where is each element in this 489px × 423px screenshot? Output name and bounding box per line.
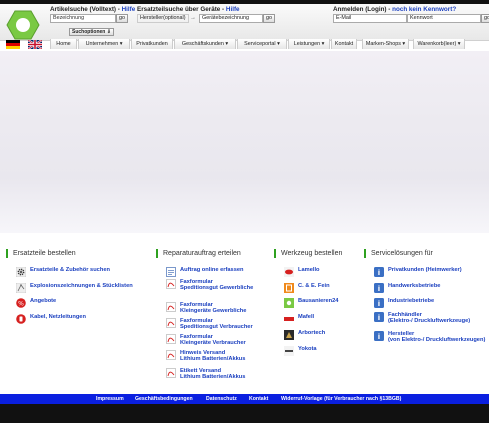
svg-text:%: %: [18, 300, 24, 307]
werkzeug-heading: Werkzeug bestellen: [274, 249, 342, 258]
yokota-logo-icon: [284, 346, 294, 356]
ersatzteilsuche-go-button[interactable]: go: [263, 14, 275, 23]
suchoptionen-button[interactable]: Suchoptionen ⇓: [69, 28, 114, 36]
reparatur-heading: Reparaturauftrag erteilen: [156, 249, 241, 258]
tab-geschaeftskunden[interactable]: Geschäftskunden ▾: [174, 39, 236, 49]
lamello-logo-icon: [284, 267, 294, 277]
info-icon: i: [374, 298, 384, 308]
service-column: Servicelösungen für: [364, 249, 433, 258]
info-icon: i: [374, 267, 384, 277]
svg-text:i: i: [378, 333, 380, 341]
login-section: Anmelden (Login) - noch kein Kennwort? E…: [333, 6, 489, 25]
pdf-icon: [166, 279, 176, 289]
hero-banner: [0, 51, 489, 233]
artikelsuche-section: Artikelsuche (Volltext) - Hilfe Bezeichn…: [50, 6, 136, 36]
ersatzteilsuche-section: Ersatzteilsuche über Geräte - Hilfe Hers…: [137, 6, 275, 25]
tab-serviceportal[interactable]: Serviceportal ▾: [237, 39, 287, 49]
ersatzteilsuche-help-link[interactable]: Hilfe: [226, 6, 240, 13]
artikelsuche-title: Artikelsuche (Volltext) - Hilfe: [50, 6, 136, 13]
form-icon: [166, 267, 176, 277]
diagram-icon: [16, 283, 26, 293]
tab-marken-shops[interactable]: Marken-Shops ▾: [362, 39, 409, 49]
gear-icon: [16, 267, 26, 277]
pdf-icon: [166, 350, 176, 360]
cable-icon: [16, 314, 26, 324]
tab-home[interactable]: Home: [50, 39, 77, 49]
footer-agb-link[interactable]: Geschäftsbedingungen: [135, 394, 193, 404]
login-go-button[interactable]: go: [481, 14, 489, 23]
german-flag-icon[interactable]: [6, 40, 20, 49]
forgot-password-link[interactable]: noch kein Kennwort?: [392, 6, 456, 13]
arbortech-logo-icon: [284, 330, 294, 340]
pdf-icon: [166, 302, 176, 312]
pdf-icon: [166, 368, 176, 378]
svg-text:i: i: [378, 285, 380, 293]
fein-logo-icon: [284, 283, 294, 293]
info-icon: i: [374, 283, 384, 293]
offer-icon: %: [16, 298, 26, 308]
bausanieren-logo-icon: [284, 298, 294, 308]
info-icon: i: [374, 312, 384, 322]
bottom-bar: [0, 404, 489, 423]
mafell-logo-icon: [284, 314, 294, 324]
tab-warenkorb[interactable]: Warenkorb(leer) ▾: [413, 39, 465, 49]
footer-widerruf-link[interactable]: Widerruf-Vorlage (für Verbraucher nach §…: [281, 394, 401, 404]
svg-text:i: i: [378, 314, 380, 322]
ersatzteile-column: Ersatzteile bestellen: [6, 249, 76, 258]
svg-text:i: i: [378, 269, 380, 277]
footer-bar: Impressum Geschäftsbedingungen Datenschu…: [0, 394, 489, 404]
footer-datenschutz-link[interactable]: Datenschutz: [206, 394, 237, 404]
password-field[interactable]: Kennwort: [407, 14, 481, 23]
werkzeug-column: Werkzeug bestellen: [274, 249, 342, 258]
login-title: Anmelden (Login) - noch kein Kennwort?: [333, 6, 457, 13]
tab-kontakt[interactable]: Kontakt: [331, 39, 357, 49]
footer-impressum-link[interactable]: Impressum: [96, 394, 124, 404]
reparatur-column: Reparaturauftrag erteilen: [156, 249, 241, 258]
artikelsuche-input[interactable]: Bezeichnung: [50, 14, 116, 23]
artikelsuche-help-link[interactable]: Hilfe: [122, 6, 136, 13]
svg-text:i: i: [378, 300, 380, 308]
ersatzteilsuche-title: Ersatzteilsuche über Geräte - Hilfe: [137, 6, 240, 13]
info-icon: i: [374, 331, 384, 341]
pdf-icon: [166, 318, 176, 328]
email-field[interactable]: E-Mail: [333, 14, 407, 23]
site-header: Artikelsuche (Volltext) - Hilfe Bezeichn…: [0, 4, 489, 41]
service-heading: Servicelösungen für: [364, 249, 433, 258]
ersatzteile-heading: Ersatzteile bestellen: [6, 249, 76, 258]
logo-icon[interactable]: [6, 10, 40, 40]
pdf-icon: [166, 334, 176, 344]
artikelsuche-go-button[interactable]: go: [116, 14, 128, 23]
footer-kontakt-link[interactable]: Kontakt: [249, 394, 268, 404]
uk-flag-icon[interactable]: [28, 40, 42, 49]
hersteller-input[interactable]: Hersteller(optional): [137, 14, 189, 23]
tab-leistungen[interactable]: Leistungen ▾: [288, 39, 330, 49]
tab-privatkunden[interactable]: Privatkunden: [131, 39, 173, 49]
arrow-right-icon: →: [190, 15, 196, 21]
geraetebezeichnung-input[interactable]: Gerätebezeichnung: [199, 14, 263, 23]
tab-unternehmen[interactable]: Unternehmen ▾: [78, 39, 130, 49]
